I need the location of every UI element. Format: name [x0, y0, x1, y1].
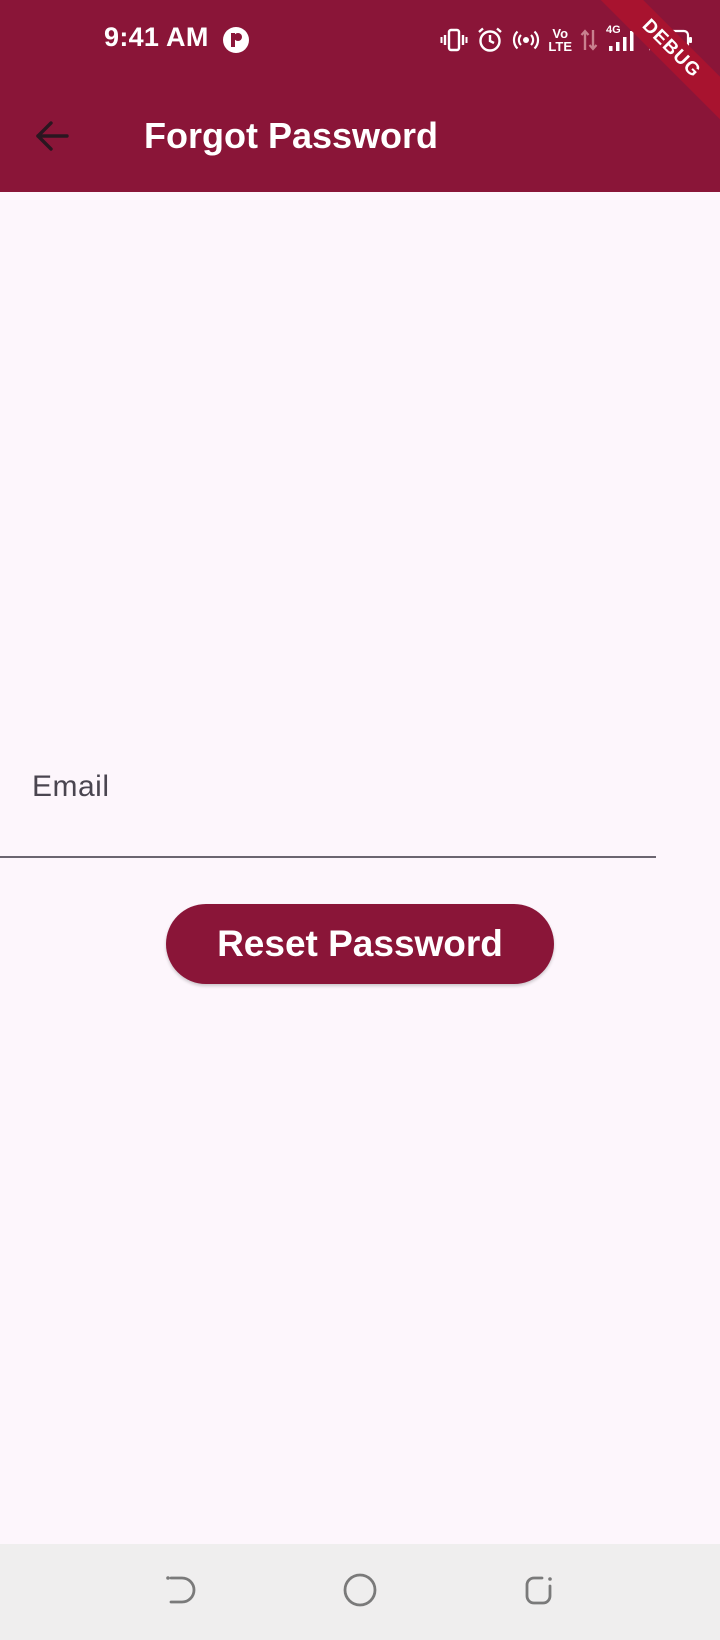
system-nav-bar: [0, 1544, 720, 1640]
network-type-label: 4G: [606, 24, 621, 36]
back-nav-icon: [162, 1572, 198, 1613]
page-title: Forgot Password: [144, 115, 439, 156]
email-underline: [0, 856, 656, 858]
app-notification-icon: [221, 25, 251, 55]
status-bar: 9:41 AM Vo LTE 4G: [0, 0, 720, 82]
recents-nav-icon: [522, 1572, 558, 1613]
home-nav-button[interactable]: [338, 1570, 382, 1614]
vibrate-icon: [440, 22, 468, 58]
reset-password-button[interactable]: Reset Password: [166, 904, 554, 984]
status-time: 9:41 AM: [104, 22, 209, 52]
content: Email Reset Password: [0, 192, 720, 1544]
recents-nav-button[interactable]: [518, 1570, 562, 1614]
home-nav-icon: [341, 1571, 379, 1614]
back-nav-button[interactable]: [158, 1570, 202, 1614]
volte-bottom-label: LTE: [548, 39, 572, 54]
alarm-icon: [476, 22, 504, 58]
toolbar: Forgot Password: [0, 98, 720, 178]
app-bar: 9:41 AM Vo LTE 4G DEBUG Forgot Password: [0, 0, 720, 192]
data-arrows-icon: [580, 22, 598, 58]
arrow-back-icon: [34, 118, 70, 159]
volte-icon: Vo LTE: [548, 22, 572, 58]
email-input[interactable]: [32, 770, 692, 828]
hotspot-icon: [512, 22, 540, 58]
back-button[interactable]: [22, 108, 82, 168]
email-field[interactable]: Email: [32, 770, 692, 850]
